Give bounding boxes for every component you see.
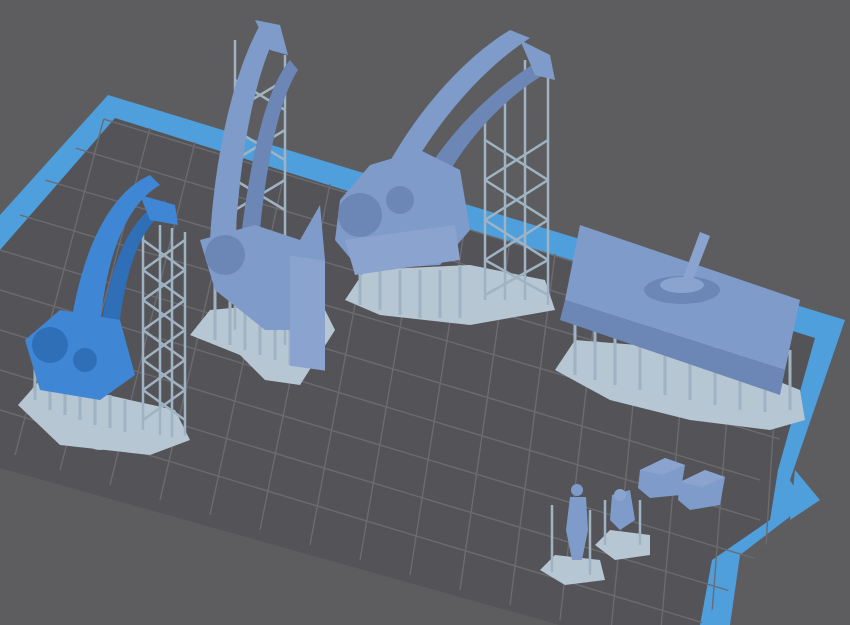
gear-wheel — [205, 235, 245, 275]
viewport-canvas[interactable] — [0, 0, 850, 625]
gear-wheel-small — [73, 348, 97, 372]
counterweight-plate — [290, 255, 325, 371]
gear-wheel — [32, 327, 68, 363]
gear-wheel — [338, 193, 382, 237]
figure-head — [571, 484, 583, 496]
3d-viewport[interactable] — [0, 0, 850, 625]
gear-wheel-small — [386, 186, 414, 214]
figure-head — [614, 489, 626, 501]
